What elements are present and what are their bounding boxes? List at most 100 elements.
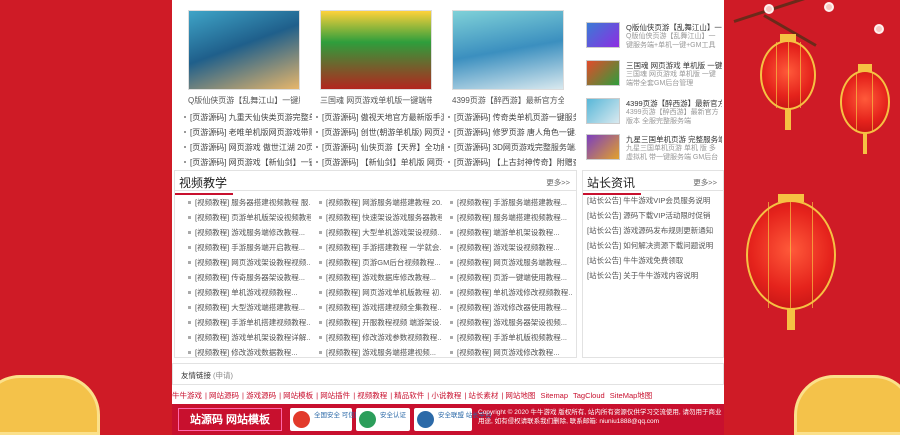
friend-links: 友情链接 (申请) bbox=[172, 363, 724, 385]
shield-icon bbox=[293, 411, 310, 428]
list-item[interactable]: [页游源码] 传奇类单机页游一键服务... bbox=[446, 110, 576, 125]
side-thumbnail[interactable] bbox=[586, 98, 620, 124]
list-item[interactable]: [视频教程] 游戏服务端搭建视频... bbox=[316, 345, 442, 360]
list-item[interactable]: [页游源码] 九重天仙侠类页游完整单机... bbox=[182, 110, 312, 125]
footer-link[interactable]: 站长素材 bbox=[468, 391, 498, 400]
list-item[interactable]: [站长公告] 关于牛牛游戏内容说明 bbox=[587, 268, 721, 283]
footer-bar: 站源码 网站模板 全国安全 可信网站 安全认证 安全联盟 站长平台 Copyri… bbox=[172, 404, 724, 435]
list-item[interactable]: [视频教程] 游戏服务端修改教程... bbox=[185, 225, 311, 240]
list-item[interactable]: [视频教程] 网游服务端搭建教程 20... bbox=[316, 195, 442, 210]
list-item[interactable]: [站长公告] 牛牛游戏免费领取 bbox=[587, 253, 721, 268]
right-festive-background bbox=[724, 0, 900, 435]
list-item[interactable]: [视频教程] 游戏数据库修改教程... bbox=[316, 270, 442, 285]
list-item[interactable]: [页游源码] 仙侠页游【天界】全功能完... bbox=[314, 140, 444, 155]
list-item[interactable]: [视频教程] 页游GM后台视频教程... bbox=[316, 255, 442, 270]
list-item[interactable]: [视频教程] 游戏修改器使用教程... bbox=[447, 300, 573, 315]
game-link-list: [页游源码] 传奇类单机页游一键服务... [页游源码] 修罗页游 唐人角色一键… bbox=[446, 110, 576, 170]
list-item[interactable]: [视频教程] 游戏单机架设教程详解... bbox=[185, 330, 311, 345]
list-item[interactable]: [视频教程] 游戏服务器架设视频... bbox=[447, 315, 573, 330]
game-caption[interactable]: 三国魂 网页游戏单机版一键端带全套主线... bbox=[320, 95, 432, 106]
list-item[interactable]: [页游源码] 【新仙剑】单机版 网页一键... bbox=[314, 155, 444, 170]
footer-link[interactable]: TagCloud bbox=[573, 391, 605, 400]
trust-badge[interactable]: 安全认证 bbox=[356, 408, 410, 431]
news-list: [站长公告] 牛牛游戏VIP会员服务说明 [站长公告] 源码下载VIP活动限时促… bbox=[587, 193, 721, 283]
footer-link[interactable]: 游戏源码 bbox=[246, 391, 276, 400]
game-caption[interactable]: Q版仙侠页游【乱舞江山】一键服务端+... bbox=[188, 95, 300, 106]
side-thumbnail[interactable] bbox=[586, 60, 620, 86]
footer-link[interactable]: 网站地图 bbox=[505, 391, 535, 400]
list-item[interactable]: [视频教程] 手游单机搭建视频教程... bbox=[185, 315, 311, 330]
list-item[interactable]: [视频教程] 修改游戏参数视频教程... bbox=[316, 330, 442, 345]
list-item[interactable]: [站长公告] 如何解决资源下载问题说明 bbox=[587, 238, 721, 253]
more-link[interactable]: 更多>> bbox=[693, 177, 717, 188]
side-list-item[interactable]: Q版仙侠页游【乱舞江山】一键服务... Q版仙侠页游【乱舞江山】一键服务端+单机… bbox=[586, 22, 722, 56]
list-item[interactable]: [视频教程] 网页游戏单机版教程 初... bbox=[316, 285, 442, 300]
list-item[interactable]: [页游源码] 3D网页游戏完整服务端... bbox=[446, 140, 576, 155]
list-item[interactable]: [视频教程] 手游服务端搭建教程... bbox=[447, 195, 573, 210]
list-item[interactable]: [视频教程] 快速架设游戏服务器教程... bbox=[316, 210, 442, 225]
side-thumbnail[interactable] bbox=[586, 134, 620, 160]
list-item[interactable]: [视频教程] 传奇服务器架设教程... bbox=[185, 270, 311, 285]
list-item[interactable]: [视频教程] 单机游戏视频教程... bbox=[185, 285, 311, 300]
list-item[interactable]: [站长公告] 牛牛游戏VIP会员服务说明 bbox=[587, 193, 721, 208]
list-item[interactable]: [视频教程] 服务器搭建视频教程 服... bbox=[185, 195, 311, 210]
more-link[interactable]: 更多>> bbox=[546, 177, 570, 188]
list-item[interactable]: [视频教程] 页游单机版架设视频教程... bbox=[185, 210, 311, 225]
list-item[interactable]: [页游源码] 网页游戏 傲世江湖 20页游... bbox=[182, 140, 312, 155]
section-header: 站长资讯 更多>> bbox=[582, 171, 723, 195]
list-item[interactable]: [视频教程] 网页游戏修改教程... bbox=[447, 345, 573, 360]
footer-link[interactable]: 网站模板 bbox=[283, 391, 313, 400]
footer-link[interactable]: SiteMap地图 bbox=[610, 391, 653, 400]
footer-link[interactable]: Sitemap bbox=[541, 391, 569, 400]
game-thumbnail[interactable] bbox=[452, 10, 564, 90]
trust-badge[interactable]: 安全联盟 站长平台 bbox=[414, 408, 492, 431]
footer-link[interactable]: 网站插件 bbox=[320, 391, 350, 400]
list-item[interactable]: [站长公告] 游戏源码发布规则更新通知 bbox=[587, 223, 721, 238]
list-item[interactable]: [站长公告] 源码下载VIP活动限时促销 bbox=[587, 208, 721, 223]
site-logo[interactable]: 站源码 网站模板 bbox=[178, 408, 282, 431]
footer-link[interactable]: 小说教程 bbox=[431, 391, 461, 400]
game-caption[interactable]: 4399页游【醉西游】最新官方全一键... bbox=[452, 95, 564, 106]
list-item[interactable]: [视频教程] 大型游戏端搭建教程... bbox=[185, 300, 311, 315]
game-card[interactable]: 4399页游【醉西游】最新官方全一键... bbox=[452, 10, 564, 106]
list-item[interactable]: [视频教程] 端游单机架设教程... bbox=[447, 225, 573, 240]
list-item[interactable]: [视频教程] 游戏架设视频教程... bbox=[447, 240, 573, 255]
list-item[interactable]: [页游源码] 修罗页游 唐人角色一键单... bbox=[446, 125, 576, 140]
list-item[interactable]: [视频教程] 游戏搭建视频全集教程... bbox=[316, 300, 442, 315]
footer-nav: 牛牛游戏 | 网站源码 | 游戏源码 | 网站模板 | 网站插件 | 视频教程 | 精品软件… bbox=[172, 391, 653, 400]
list-item[interactable]: [视频教程] 网页游戏服务端教程... bbox=[447, 255, 573, 270]
footer-link[interactable]: 牛牛游戏 bbox=[172, 391, 202, 400]
video-section: 视频教学 更多>> [视频教程] 服务器搭建视频教程 服... [视频教程] 页… bbox=[174, 170, 577, 358]
list-item[interactable]: [视频教程] 服务端搭建视频教程... bbox=[447, 210, 573, 225]
list-item[interactable]: [页游源码] 创世(朝游单机版) 网页游戏... bbox=[314, 125, 444, 140]
side-list-item[interactable]: 九星三国单机页游 完整服务端... 九星三国单机页游 单机 版 多 虚拟机 带一… bbox=[586, 134, 722, 168]
list-item[interactable]: [视频教程] 手游单机版视频教程... bbox=[447, 330, 573, 345]
side-item-desc: 4399页游【醉西游】最新官方版本 全服完整服务端 bbox=[626, 109, 719, 125]
apply-link[interactable]: (申请) bbox=[213, 370, 233, 381]
list-item[interactable]: [视频教程] 大型单机游戏架设视频... bbox=[316, 225, 442, 240]
side-list-item[interactable]: 三国魂 网页游戏 单机版 一键服务端... 三国魂 网页游戏 单机版 一键端带全… bbox=[586, 60, 722, 94]
game-card[interactable]: Q版仙侠页游【乱舞江山】一键服务端+... bbox=[188, 10, 300, 106]
game-thumbnail[interactable] bbox=[320, 10, 432, 90]
side-thumbnail[interactable] bbox=[586, 22, 620, 48]
game-card[interactable]: 三国魂 网页游戏单机版一键端带全套主线... bbox=[320, 10, 432, 106]
footer-link[interactable]: 视频教程 bbox=[357, 391, 387, 400]
list-item[interactable]: [页游源码] 老唯单机版网页游戏带赠送... bbox=[182, 125, 312, 140]
game-thumbnail[interactable] bbox=[188, 10, 300, 90]
list-item[interactable]: [视频教程] 单机游戏修改视频教程... bbox=[447, 285, 573, 300]
list-item[interactable]: [页游源码] 傲视天地官方最新版手游... bbox=[314, 110, 444, 125]
trust-badge[interactable]: 全国安全 可信网站 bbox=[290, 408, 368, 431]
footer-link[interactable]: 网站源码 bbox=[209, 391, 239, 400]
footer-link[interactable]: 精品软件 bbox=[394, 391, 424, 400]
list-item[interactable]: [页游源码] 【上古封神传奇】附赠查... bbox=[446, 155, 576, 170]
list-item[interactable]: [视频教程] 手游搭建教程 一学就会... bbox=[316, 240, 442, 255]
list-item[interactable]: [视频教程] 网页游戏架设教程视频... bbox=[185, 255, 311, 270]
game-link-list: [页游源码] 九重天仙侠类页游完整单机... [页游源码] 老唯单机版网页游戏带… bbox=[182, 110, 312, 170]
side-list-item[interactable]: 4399页游【醉西游】最新官方版... 4399页游【醉西游】最新官方版本 全服… bbox=[586, 98, 722, 132]
side-game-list: Q版仙侠页游【乱舞江山】一键服务... Q版仙侠页游【乱舞江山】一键服务端+单机… bbox=[582, 0, 724, 168]
list-item[interactable]: [视频教程] 页游一键端使用教程... bbox=[447, 270, 573, 285]
list-item[interactable]: [视频教程] 手游服务端开启教程... bbox=[185, 240, 311, 255]
list-item[interactable]: [页游源码] 网页游戏【新仙剑】一键即... bbox=[182, 155, 312, 170]
list-item[interactable]: [视频教程] 修改游戏数据教程... bbox=[185, 345, 311, 360]
list-item[interactable]: [视频教程] 开服教程视频 端游架设... bbox=[316, 315, 442, 330]
